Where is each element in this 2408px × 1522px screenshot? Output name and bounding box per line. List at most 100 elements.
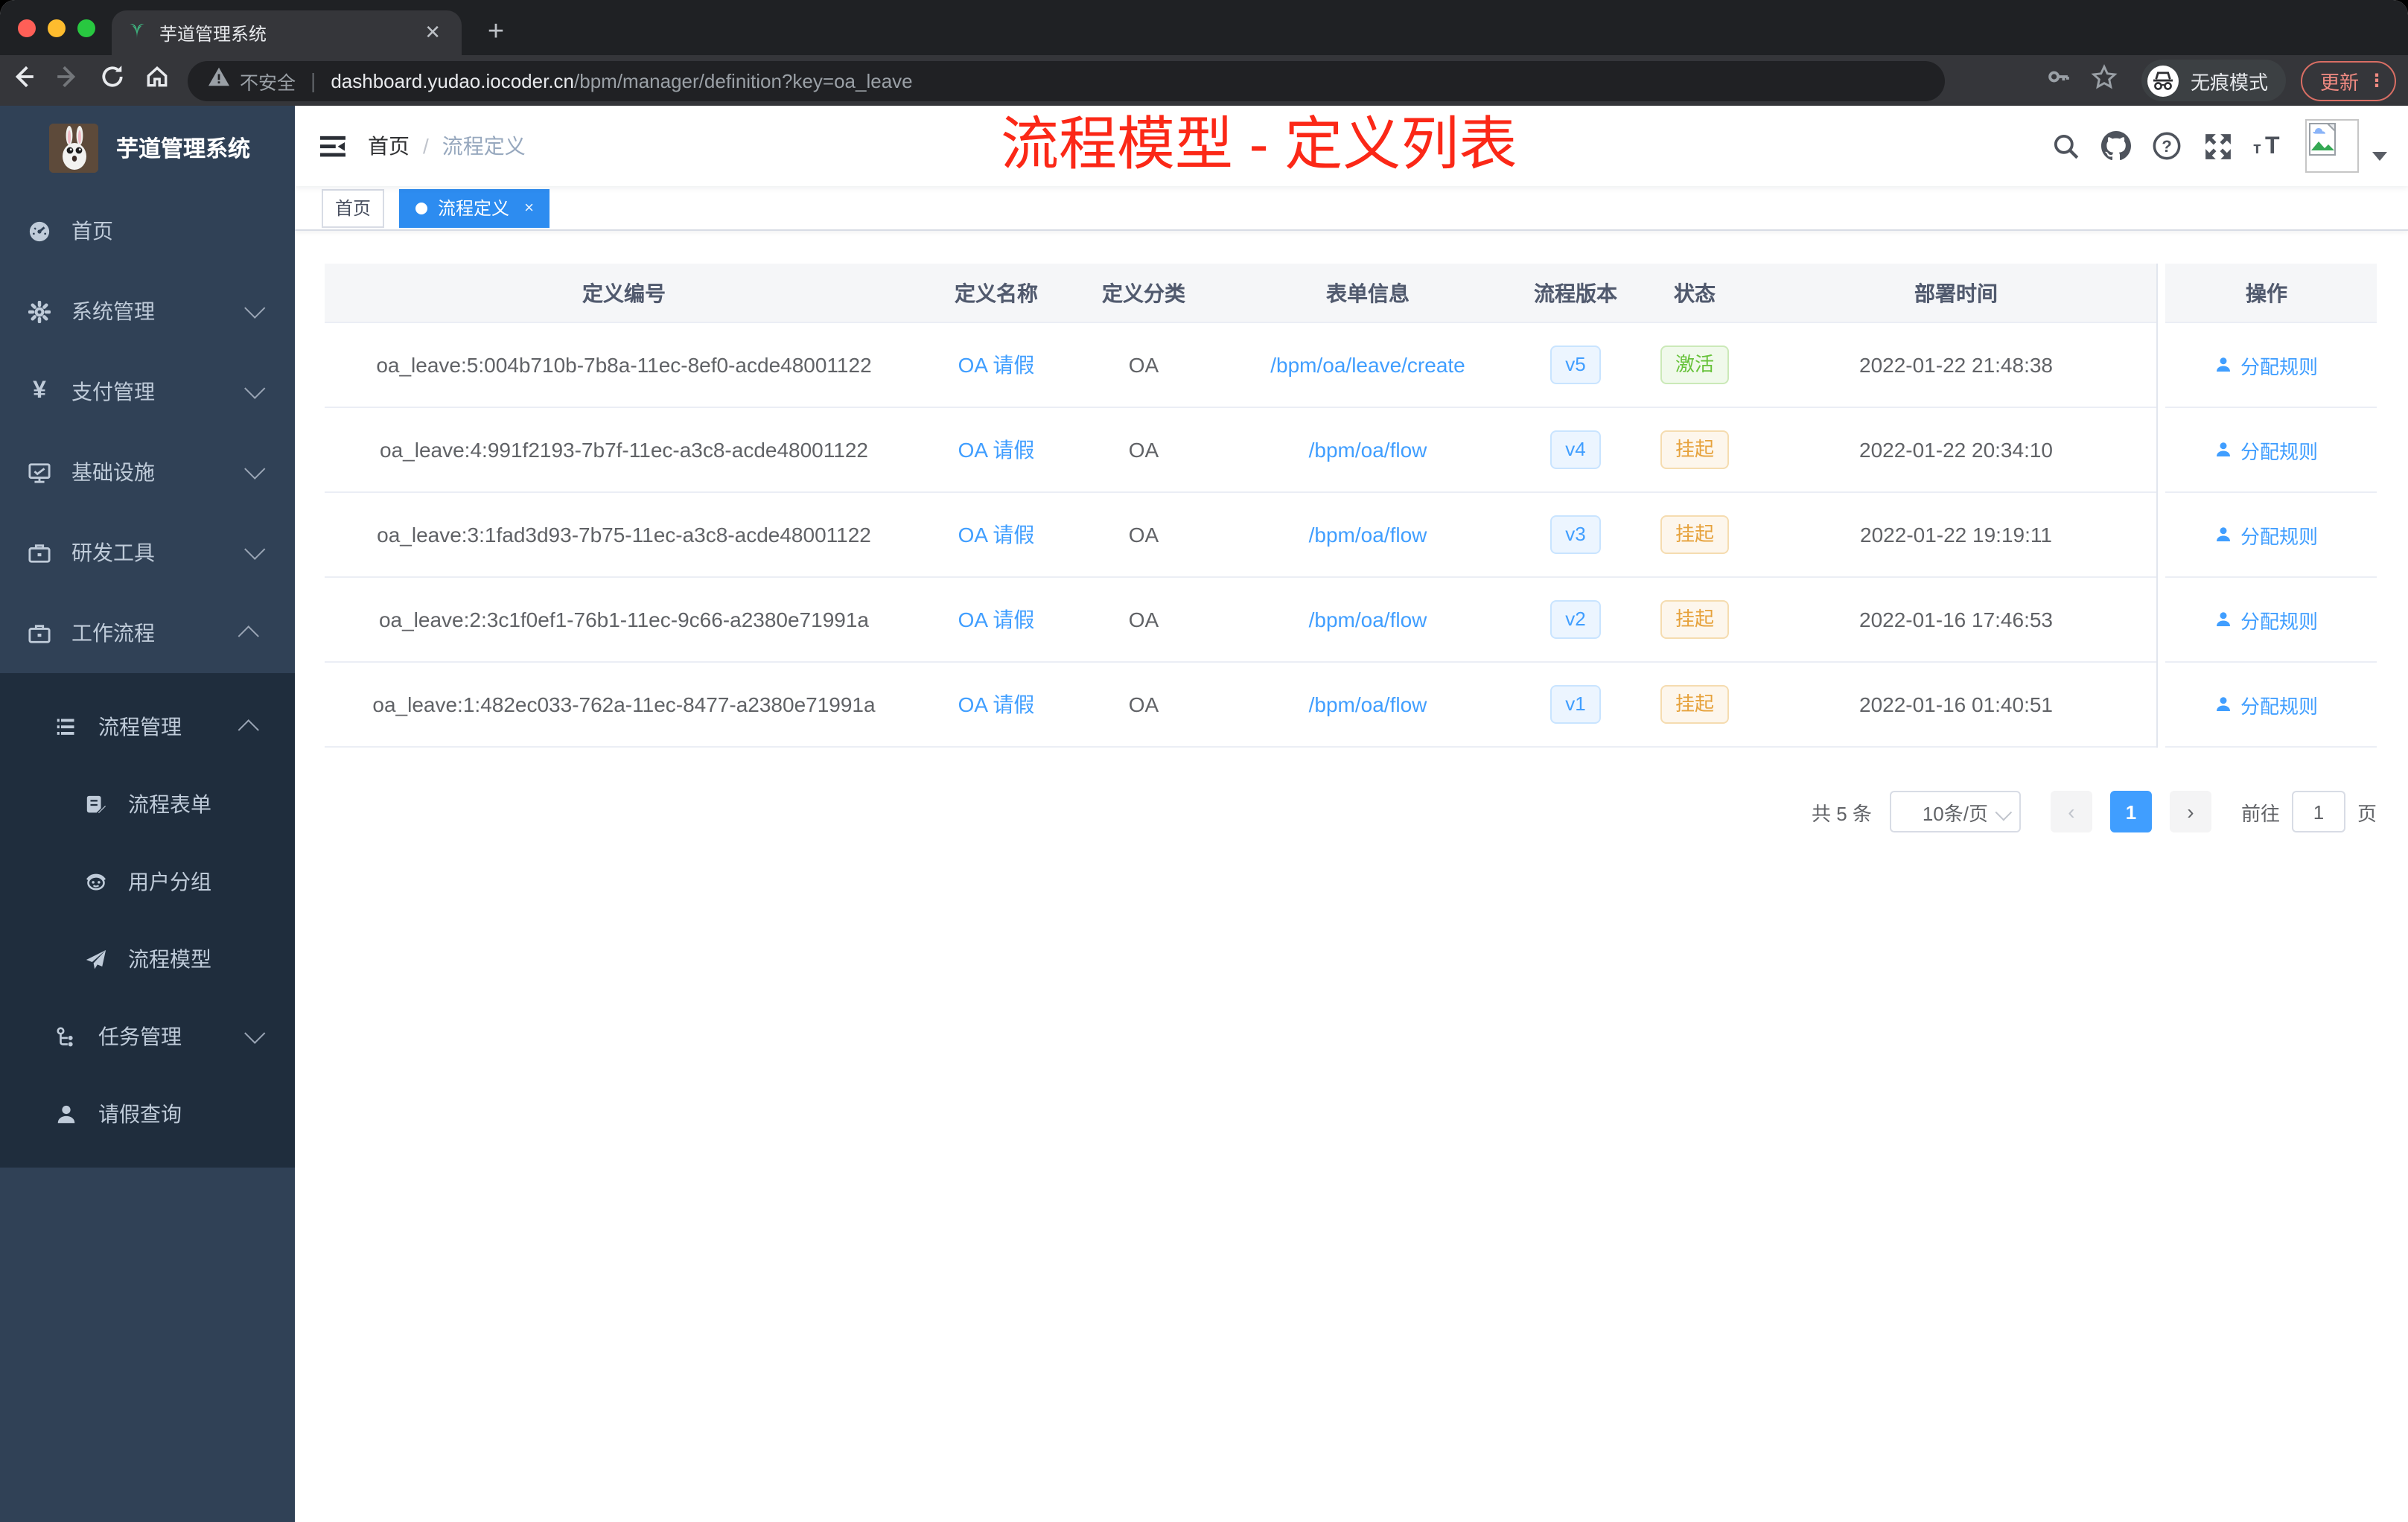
definition-name-link[interactable]: OA 请假 <box>958 608 1035 631</box>
form-link[interactable]: /bpm/oa/flow <box>1309 438 1427 462</box>
back-icon[interactable] <box>0 64 45 97</box>
form-link[interactable]: /bpm/oa/flow <box>1309 608 1427 631</box>
url-path: /bpm/manager/definition?key=oa_leave <box>574 69 913 92</box>
assign-rule-button[interactable]: 分配规则 <box>2215 690 2318 719</box>
sidebar-item-workflow[interactable]: 工作流程 <box>0 593 295 673</box>
assign-rule-button[interactable]: 分配规则 <box>2215 436 2318 464</box>
github-icon[interactable] <box>2091 131 2141 161</box>
page-size-select[interactable]: 10条/页 <box>1889 791 2021 832</box>
goto-page-input[interactable] <box>2291 791 2345 832</box>
tab-close-icon[interactable]: ✕ <box>418 21 447 45</box>
page-unit-label: 页 <box>2357 802 2377 824</box>
sidebar-item-label: 系统管理 <box>71 299 155 323</box>
definition-name-link[interactable]: OA 请假 <box>958 523 1035 547</box>
definition-name-link[interactable]: OA 请假 <box>958 438 1035 462</box>
assign-rule-button[interactable]: 分配规则 <box>2215 351 2318 379</box>
sidebar-item-process-model[interactable]: 流程模型 <box>0 920 295 998</box>
breadcrumb-current: 流程定义 <box>442 134 526 158</box>
tab-title: 芋道管理系统 <box>159 23 267 44</box>
window-minimize-button[interactable] <box>48 19 66 37</box>
col-header: 表单信息 <box>1218 264 1517 323</box>
cell-deploy-time: 2022-01-22 19:19:11 <box>1756 492 2156 578</box>
sidebar-item-label: 请假查询 <box>98 1102 182 1126</box>
sidebar-item-process-mgmt[interactable]: 流程管理 <box>0 688 295 765</box>
key-icon[interactable] <box>2037 64 2082 97</box>
security-label[interactable]: 不安全 <box>240 66 296 95</box>
browser-menu-icon[interactable]: ⋮ <box>2368 70 2386 91</box>
flow-tree-icon <box>55 1025 77 1048</box>
page-number-active[interactable]: 1 <box>2109 791 2152 832</box>
browser-tab[interactable]: 芋道管理系统 ✕ <box>112 10 462 55</box>
sidebar-item-payment[interactable]: ¥ 支付管理 <box>0 351 295 432</box>
status-badge: 激活 <box>1660 346 1729 384</box>
reload-icon[interactable] <box>89 64 134 97</box>
sidebar: 芋道管理系统 首页 系统管理 ¥ 支付管理 基础设施 研发工具 工作流程 流程管… <box>0 106 295 1522</box>
definition-name-link[interactable]: OA 请假 <box>958 353 1035 377</box>
sidebar-item-label: 流程管理 <box>98 715 182 739</box>
new-tab-button[interactable]: + <box>477 13 515 52</box>
url-host: dashboard.yudao.iocoder.cn <box>331 69 575 92</box>
prev-page-button[interactable]: ‹ <box>2050 791 2092 832</box>
sidebar-item-system[interactable]: 系统管理 <box>0 271 295 351</box>
form-link[interactable]: /bpm/oa/flow <box>1309 523 1427 547</box>
annotation-title: 流程模型 - 定义列表 <box>1001 113 1517 177</box>
table-row: oa_leave:2:3c1f0ef1-76b1-11ec-9c66-a2380… <box>325 577 2377 663</box>
form-link[interactable]: /bpm/oa/flow <box>1309 692 1427 716</box>
assign-rule-label: 分配规则 <box>2240 525 2318 547</box>
incognito-label: 无痕模式 <box>2190 71 2268 93</box>
sidebar-item-user-group[interactable]: 用户分组 <box>0 843 295 920</box>
chrome-update-button[interactable]: 更新 ⋮ <box>2300 60 2396 101</box>
favicon-sprout-icon <box>127 19 147 47</box>
font-size-icon[interactable]: тT <box>2243 133 2293 159</box>
next-page-button[interactable]: › <box>2169 791 2211 832</box>
sidebar-item-task-mgmt[interactable]: 任务管理 <box>0 998 295 1075</box>
sidebar-item-label: 用户分组 <box>128 870 211 894</box>
tag-home[interactable]: 首页 <box>322 188 385 227</box>
sidebar-item-label: 支付管理 <box>71 380 155 404</box>
assign-rule-button[interactable]: 分配规则 <box>2215 605 2318 634</box>
home-icon[interactable] <box>134 64 179 97</box>
briefcase-icon <box>28 621 51 645</box>
help-icon[interactable]: ? <box>2141 131 2192 161</box>
search-icon[interactable] <box>2040 132 2091 160</box>
fixed-column-divider <box>2156 264 2165 748</box>
sidebar-item-infra[interactable]: 基础设施 <box>0 432 295 512</box>
yen-icon: ¥ <box>33 378 46 404</box>
col-header: 定义名称 <box>923 264 1069 323</box>
sidebar-item-label: 任务管理 <box>98 1025 182 1048</box>
sidebar-item-label: 流程表单 <box>128 792 211 816</box>
sidebar-logo[interactable]: 芋道管理系统 <box>0 106 295 189</box>
chevron-up-icon <box>238 625 259 647</box>
tag-process-definition[interactable]: 流程定义 × <box>399 188 550 227</box>
window-close-button[interactable] <box>18 19 36 37</box>
fullscreen-icon[interactable] <box>2192 132 2243 160</box>
sidebar-item-home[interactable]: 首页 <box>0 191 295 271</box>
gear-icon <box>28 299 51 323</box>
form-link[interactable]: /bpm/oa/leave/create <box>1270 353 1465 377</box>
version-badge: v1 <box>1550 685 1601 724</box>
tag-close-icon[interactable]: × <box>524 190 534 226</box>
sidebar-collapse-icon[interactable] <box>295 133 368 159</box>
forward-icon[interactable] <box>45 64 89 97</box>
sidebar-item-devtools[interactable]: 研发工具 <box>0 512 295 593</box>
cell-category: OA <box>1069 407 1218 493</box>
col-header: 部署时间 <box>1756 264 2156 323</box>
breadcrumb-home[interactable]: 首页 <box>368 131 410 161</box>
window-zoom-button[interactable] <box>77 19 95 37</box>
bookmark-star-icon[interactable] <box>2082 63 2127 98</box>
sidebar-item-process-form[interactable]: 流程表单 <box>0 765 295 843</box>
pagination: 共 5 条 10条/页 ‹ 1 › 前往 页 <box>1812 791 2377 832</box>
chevron-down-icon <box>244 458 266 480</box>
robot-face-icon <box>85 870 107 894</box>
sidebar-item-leave-query[interactable]: 请假查询 <box>0 1075 295 1153</box>
user-avatar[interactable] <box>2305 119 2359 173</box>
app-root: 芋道管理系统 首页 系统管理 ¥ 支付管理 基础设施 研发工具 工作流程 流程管… <box>0 106 2408 1522</box>
update-label: 更新 <box>2319 71 2359 93</box>
url-bar[interactable]: 不安全 | dashboard.yudao.iocoder.cn/bpm/man… <box>188 60 1945 101</box>
status-badge: 挂起 <box>1660 430 1729 469</box>
assign-rule-button[interactable]: 分配规则 <box>2215 520 2318 549</box>
cell-category: OA <box>1069 577 1218 663</box>
chevron-down-icon <box>1995 803 2013 821</box>
avatar-caret-icon[interactable] <box>2372 152 2387 161</box>
definition-name-link[interactable]: OA 请假 <box>958 692 1035 716</box>
